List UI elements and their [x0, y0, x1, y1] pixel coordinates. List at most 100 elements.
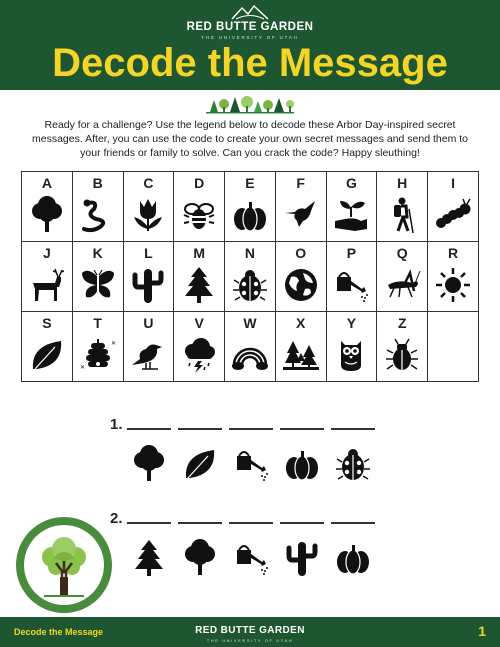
legend-cell: D: [173, 171, 226, 242]
legend-letter: V: [194, 315, 204, 331]
page-number: 1: [478, 623, 486, 639]
legend-cell: W: [224, 311, 276, 382]
butterfly-icon: [78, 265, 118, 305]
watering-can-icon: [231, 538, 271, 578]
page-title: Decode the Message: [52, 41, 448, 85]
tulip-icon: [128, 195, 168, 235]
legend-letter: C: [143, 175, 154, 191]
forest-icon: [281, 335, 321, 375]
legend-cell: A: [21, 171, 73, 242]
legend-letter: T: [93, 315, 102, 331]
answer-blank[interactable]: [229, 428, 273, 430]
legend-row: S T U V W X Y Z: [21, 311, 479, 382]
virtual-arbor-day-seal: VIRTUAL ARBOR DAY RED BUTTE GARDEN: [16, 517, 112, 613]
legend-cell: M: [173, 241, 226, 312]
legend-cell: J: [21, 241, 73, 312]
ladybug-icon: [230, 265, 270, 305]
footer-org-name: RED BUTTE GARDEN: [195, 625, 305, 636]
leaf-icon: [27, 335, 67, 375]
answer-blank[interactable]: [331, 522, 375, 524]
org-name: RED BUTTE GARDEN: [186, 21, 314, 33]
legend-letter: U: [143, 315, 154, 331]
page-header: RED BUTTE GARDEN THE UNIVERSITY OF UTAH …: [0, 0, 500, 90]
legend-cell: T: [71, 311, 124, 382]
answer-blank[interactable]: [331, 428, 375, 430]
legend-letter: Q: [396, 245, 408, 261]
snake-icon: [78, 195, 118, 235]
answer-blank[interactable]: [280, 428, 324, 430]
legend-letter: L: [144, 245, 153, 261]
puzzle-number: 1.: [110, 416, 123, 433]
footer-org-subtitle: THE UNIVERSITY OF UTAH: [206, 638, 294, 643]
hummingbird-icon: [281, 195, 321, 235]
storm-cloud-icon: [179, 335, 219, 375]
legend-cell: B: [71, 171, 124, 242]
answer-blank[interactable]: [178, 428, 222, 430]
legend-cell: E: [224, 171, 276, 242]
legend-letter: X: [296, 315, 306, 331]
legend-letter: H: [397, 175, 408, 191]
answer-blank[interactable]: [127, 522, 171, 524]
pumpkin-icon: [333, 538, 373, 578]
legend-cell: K: [71, 241, 124, 312]
tree-icon: [180, 538, 220, 578]
grasshopper-icon: [382, 265, 422, 305]
legend-cell: Z: [376, 311, 429, 382]
legend-letter: F: [296, 175, 305, 191]
legend-cell: P: [325, 241, 378, 312]
legend-cell: C: [122, 171, 175, 242]
legend-cell: I: [427, 171, 479, 242]
legend-letter: M: [193, 245, 206, 261]
beetle-icon: [382, 335, 422, 375]
legend-row: J K L M N O P Q R: [21, 241, 479, 312]
beehive-icon: [78, 335, 118, 375]
answer-blank[interactable]: [178, 522, 222, 524]
cactus-icon: [128, 265, 168, 305]
answer-blank[interactable]: [229, 522, 273, 524]
legend-letter: A: [41, 175, 52, 191]
legend-letter: W: [243, 315, 257, 331]
ladybug-icon: [333, 444, 373, 484]
watering-can-icon: [231, 444, 271, 484]
pine-tree-icon: [129, 538, 169, 578]
sun-icon: [433, 265, 473, 305]
legend-cell: Y: [325, 311, 378, 382]
legend-letter: J: [42, 245, 51, 261]
legend-letter: Y: [346, 315, 357, 331]
legend-row: A B C D E F G H I: [21, 171, 479, 242]
tree-icon: [129, 444, 169, 484]
owl-icon: [331, 335, 371, 375]
legend-cell: H: [376, 171, 429, 242]
legend-letter: R: [448, 245, 459, 261]
trees-divider-icon: [206, 96, 294, 114]
legend-cell: O: [274, 241, 327, 312]
legend-letter: G: [346, 175, 357, 191]
leaf-icon: [180, 444, 220, 484]
cactus-icon: [282, 538, 322, 578]
legend-cell: F: [274, 171, 327, 242]
rainbow-icon: [230, 335, 270, 375]
code-legend: A B C D E F G H I J K L M N O P Q R S T U V W X Y Z: [21, 171, 479, 382]
answer-blank[interactable]: [127, 428, 171, 430]
seedling-hand-icon: [331, 195, 371, 235]
bee-icon: [179, 195, 219, 235]
legend-letter: D: [194, 175, 205, 191]
legend-cell: U: [122, 311, 175, 382]
mountain-logo-icon: [231, 4, 269, 20]
watering-can-icon: [331, 265, 371, 305]
page-footer: Decode the Message RED BUTTE GARDEN THE …: [0, 617, 500, 647]
legend-letter: K: [92, 245, 103, 261]
legend-letter: N: [244, 245, 255, 261]
hiker-icon: [382, 195, 422, 235]
legend-letter: O: [295, 245, 307, 261]
legend-cell: X: [274, 311, 327, 382]
legend-letter: B: [92, 175, 103, 191]
legend-cell: L: [122, 241, 175, 312]
legend-letter: I: [451, 175, 455, 191]
pumpkin-icon: [230, 195, 270, 235]
legend-letter: [428, 312, 478, 315]
answer-blank[interactable]: [280, 522, 324, 524]
legend-cell: S: [21, 311, 73, 382]
legend-cell: G: [325, 171, 378, 242]
legend-letter: Z: [397, 315, 407, 331]
